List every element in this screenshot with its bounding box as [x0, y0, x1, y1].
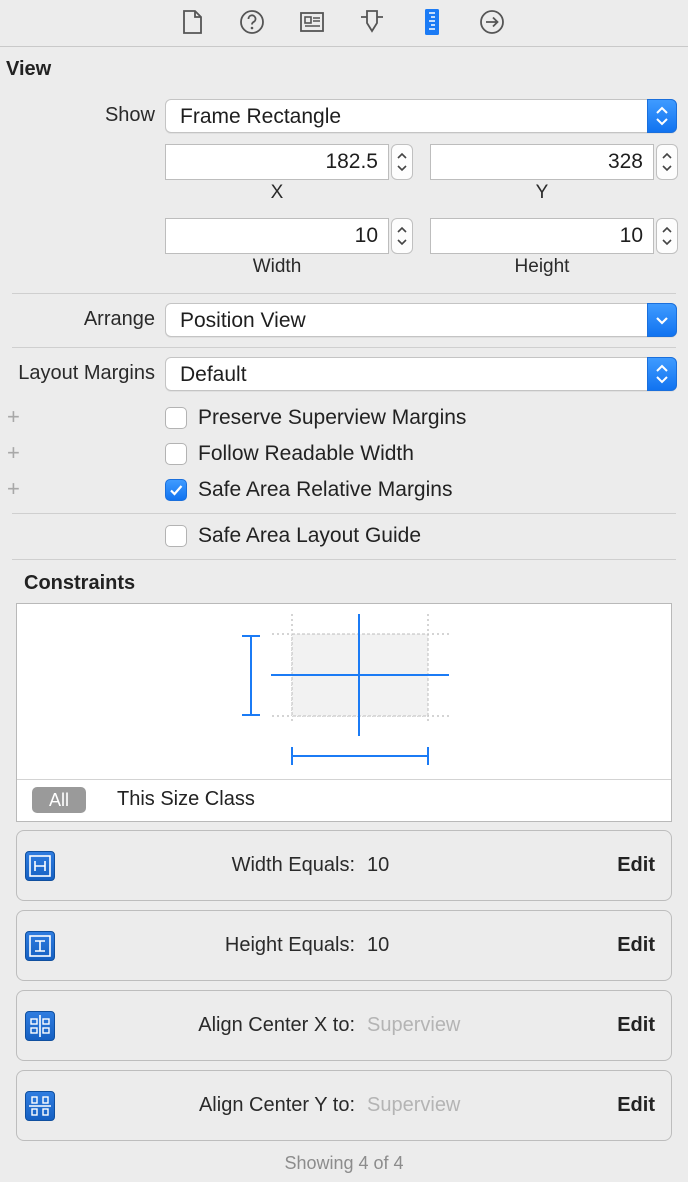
attributes-icon[interactable]: [358, 8, 386, 36]
constraint-name: Align Center Y to:: [198, 1094, 355, 1116]
divider: [12, 559, 676, 560]
y-field[interactable]: 328: [430, 144, 654, 180]
constraint-row[interactable]: Width Equals: 10 Edit: [16, 830, 672, 901]
show-popup[interactable]: Frame Rectangle: [165, 99, 677, 133]
constraints-diagram[interactable]: [17, 604, 671, 780]
width-constraint-icon: [25, 851, 55, 881]
layout-margins-popup[interactable]: Default: [165, 357, 677, 391]
constraints-editor: All This Size Class: [16, 603, 672, 822]
checkmark-icon: [170, 485, 183, 496]
add-variation-button[interactable]: +: [7, 404, 20, 430]
stepper-arrows-icon: [662, 226, 672, 246]
add-variation-button[interactable]: +: [7, 476, 20, 502]
x-field[interactable]: 182.5: [165, 144, 389, 180]
edit-button[interactable]: Edit: [617, 911, 655, 979]
follow-readable-width-checkbox[interactable]: [165, 443, 187, 465]
safe-area-layout-guide-checkbox[interactable]: [165, 525, 187, 547]
view-section-title: View: [6, 58, 52, 80]
popup-arrows-icon: [647, 99, 677, 133]
divider: [12, 347, 676, 348]
constraint-value: 10: [367, 934, 390, 956]
stepper-arrows-icon: [397, 226, 407, 246]
add-variation-button[interactable]: +: [7, 440, 20, 466]
constraint-value: Superview: [367, 1014, 461, 1036]
constraint-name: Align Center X to:: [198, 1014, 355, 1036]
chevron-down-icon: [647, 303, 677, 337]
follow-readable-width-label: Follow Readable Width: [198, 442, 414, 465]
show-popup-value: Frame Rectangle: [180, 105, 342, 128]
segment-all[interactable]: All: [32, 787, 86, 813]
stepper-arrows-icon: [662, 152, 672, 172]
show-label: Show: [104, 104, 155, 126]
arrange-label: Arrange: [83, 308, 155, 330]
constraint-row[interactable]: Align Center X to: Superview Edit: [16, 990, 672, 1061]
edit-button[interactable]: Edit: [617, 1071, 655, 1139]
width-stepper[interactable]: [391, 218, 413, 254]
preserve-superview-margins-checkbox[interactable]: [165, 407, 187, 429]
width-label: Width: [252, 256, 302, 277]
identity-icon[interactable]: [298, 8, 326, 36]
constraint-name: Height Equals:: [224, 934, 355, 956]
width-field[interactable]: 10: [165, 218, 389, 254]
stepper-arrows-icon: [397, 152, 407, 172]
y-label: Y: [535, 182, 549, 203]
constraint-name: Width Equals:: [231, 854, 355, 876]
height-field[interactable]: 10: [430, 218, 654, 254]
x-stepper[interactable]: [391, 144, 413, 180]
arrange-popup-value: Position View: [180, 309, 306, 332]
edit-button[interactable]: Edit: [617, 991, 655, 1059]
edit-button[interactable]: Edit: [617, 831, 655, 899]
safe-area-layout-guide-label: Safe Area Layout Guide: [198, 524, 421, 547]
safe-area-relative-margins-label: Safe Area Relative Margins: [198, 478, 453, 501]
layout-margins-popup-value: Default: [180, 363, 247, 386]
center-y-constraint-icon: [25, 1091, 55, 1121]
constraint-value: Superview: [367, 1094, 461, 1116]
divider: [12, 513, 676, 514]
connections-icon[interactable]: [478, 8, 506, 36]
safe-area-relative-margins-checkbox[interactable]: [165, 479, 187, 501]
divider: [17, 779, 671, 780]
file-icon[interactable]: [178, 8, 206, 36]
center-x-constraint-icon: [25, 1011, 55, 1041]
layout-margins-label: Layout Margins: [18, 362, 155, 384]
arrange-popup[interactable]: Position View: [165, 303, 677, 337]
constraint-row[interactable]: Align Center Y to: Superview Edit: [16, 1070, 672, 1141]
height-constraint-icon: [25, 931, 55, 961]
size-icon[interactable]: [418, 8, 446, 36]
constraints-count: Showing 4 of 4: [284, 1153, 404, 1173]
popup-arrows-icon: [647, 357, 677, 391]
constraint-row[interactable]: Height Equals: 10 Edit: [16, 910, 672, 981]
preserve-superview-margins-label: Preserve Superview Margins: [198, 406, 467, 429]
height-label: Height: [514, 256, 570, 277]
x-label: X: [270, 182, 284, 203]
constraint-value: 10: [367, 854, 390, 876]
divider: [12, 293, 676, 294]
segment-this-size-class[interactable]: This Size Class: [117, 788, 255, 811]
constraints-section-title: Constraints: [24, 572, 136, 594]
inspector-toolbar: [0, 0, 688, 47]
help-icon[interactable]: [238, 8, 266, 36]
y-stepper[interactable]: [656, 144, 678, 180]
height-stepper[interactable]: [656, 218, 678, 254]
